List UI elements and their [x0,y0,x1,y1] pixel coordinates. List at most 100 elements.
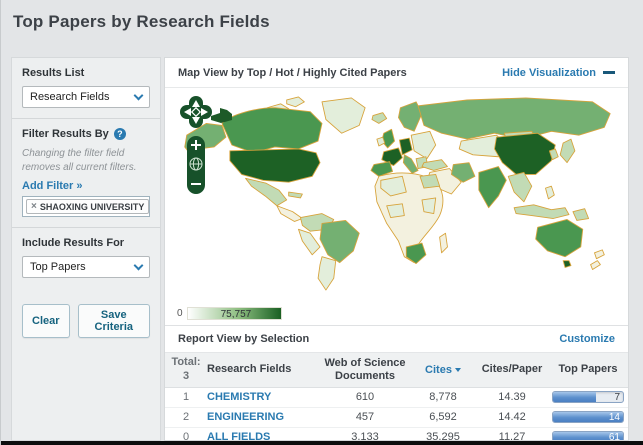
filter-by-label: Filter Results By [22,128,109,140]
include-results-section: Include Results For Top Papers [22,228,150,288]
country-australia[interactable] [535,219,584,258]
chevron-down-icon [133,260,144,270]
page-title: Top Papers by Research Fields [13,12,270,31]
window-bottom-edge [1,441,643,445]
total-header: Total: 3 [165,356,207,384]
row-cites: 6,592 [429,411,457,423]
col-cites-per-paper[interactable]: Cites/Paper [475,363,549,376]
country-italy[interactable] [402,154,419,174]
filter-input[interactable]: × SHAOXING UNIVERSITY [22,196,150,217]
country-peru[interactable] [298,228,321,256]
country-tasmania[interactable] [562,260,572,268]
add-filter-link[interactable]: Add Filter » [22,180,150,192]
legend-max: 75,757 [220,309,252,320]
zoom-control[interactable] [187,136,205,194]
row-documents: 3,133 [351,431,379,441]
save-criteria-button[interactable]: Save Criteria [77,304,150,338]
table-row: 1 CHEMISTRY 610 8,778 14.39 7 [165,388,628,408]
field-link-engineering[interactable]: ENGINEERING [207,411,284,423]
map-controls[interactable] [179,96,213,198]
country-new-zealand[interactable] [594,249,605,260]
country-eastern-europe[interactable] [410,130,437,160]
hide-visualization-label: Hide Visualization [502,66,596,79]
map-view-title: Map View by Top / Hot / Highly Cited Pap… [178,66,407,79]
country-south-africa[interactable] [405,242,427,265]
filter-tag: × SHAOXING UNIVERSITY [26,199,150,214]
country-greenland[interactable] [321,97,366,134]
filter-section: Filter Results By ? Changing the filter … [22,119,150,227]
country-japan[interactable] [559,138,576,164]
top-papers-value: 7 [614,392,620,403]
country-indonesia[interactable] [513,204,570,219]
country-brazil[interactable] [319,220,360,264]
sort-desc-icon [454,367,461,372]
row-rank: 1 [182,391,190,403]
clear-button[interactable]: Clear [22,304,70,338]
top-papers-bar: 14 [552,411,624,423]
results-list-value: Research Fields [30,91,110,103]
customize-link[interactable]: Customize [559,333,615,345]
legend-min: 0 [177,308,183,319]
chevron-down-icon [133,90,144,100]
country-philippines[interactable] [545,185,555,200]
world-map[interactable] [173,90,619,298]
row-cites-per-paper: 14.39 [498,391,526,403]
results-list-label: Results List [22,67,85,79]
field-link-chemistry[interactable]: CHEMISTRY [207,391,271,403]
country-usa[interactable] [229,148,321,183]
country-argentina[interactable] [317,256,337,291]
table-row: 0 ALL FIELDS 3,133 35,295 11.27 61 [165,428,628,441]
country-new-zealand[interactable] [590,260,601,270]
help-icon[interactable]: ? [113,128,126,140]
report-view-title: Report View by Selection [178,333,310,345]
col-top-papers[interactable]: Top Papers [549,363,627,376]
row-rank: 2 [182,411,190,423]
include-results-select[interactable]: Top Papers [22,256,150,278]
remove-filter-icon[interactable]: × [31,201,37,212]
country-arctic-islands[interactable] [286,96,305,108]
hide-visualization-link[interactable]: Hide Visualization [502,67,615,79]
top-papers-bar: 7 [552,391,624,403]
country-germany[interactable] [398,137,413,156]
country-china[interactable] [494,132,556,175]
country-iceland[interactable] [371,112,388,124]
country-png[interactable] [572,208,590,221]
total-label: Total: [171,356,201,368]
app-window: Top Papers by Research Fields Results Li… [0,0,643,445]
country-east-africa[interactable] [421,197,437,215]
country-egypt[interactable] [419,173,441,189]
country-india[interactable] [478,166,507,209]
country-cuba[interactable] [288,191,303,199]
report-bar: Report View by Selection Customize [165,325,628,352]
row-cites-per-paper: 14.42 [498,411,526,423]
include-results-value: Top Papers [30,261,86,273]
results-list-section: Results List Research Fields [22,58,150,118]
results-list-select[interactable]: Research Fields [22,86,150,108]
col-wos-documents[interactable]: Web of Science Documents [319,357,411,383]
col-cites[interactable]: Cites [411,364,475,376]
row-rank: 0 [182,431,190,441]
cursor-hand-icon [211,108,232,123]
col-research-fields[interactable]: Research Fields [207,363,319,376]
country-canada[interactable] [221,107,323,154]
total-value: 3 [182,369,190,382]
country-mexico[interactable] [245,177,288,207]
country-se-asia[interactable] [507,171,533,203]
sidebar: Results List Research Fields Filter Resu… [11,57,161,441]
row-cites-per-paper: 11.27 [498,431,526,441]
pan-control[interactable] [180,96,212,128]
map-legend: 0 75,757 [177,307,282,320]
field-link-all-fields[interactable]: ALL FIELDS [207,431,270,440]
country-central-america[interactable] [276,205,303,222]
country-madagascar[interactable] [439,232,448,254]
top-papers-value: 61 [608,432,620,441]
filter-tag-label: SHAOXING UNIVERSITY [39,201,145,212]
row-documents: 457 [355,411,375,423]
top-papers-bar: 61 [552,431,624,441]
row-cites: 35,295 [426,431,460,441]
country-ireland[interactable] [376,136,386,147]
filter-note: Changing the filter field removes all cu… [22,148,137,173]
row-cites: 8,778 [429,391,457,403]
top-papers-value: 14 [608,412,620,423]
content-area: Results List Research Fields Filter Resu… [11,57,629,441]
